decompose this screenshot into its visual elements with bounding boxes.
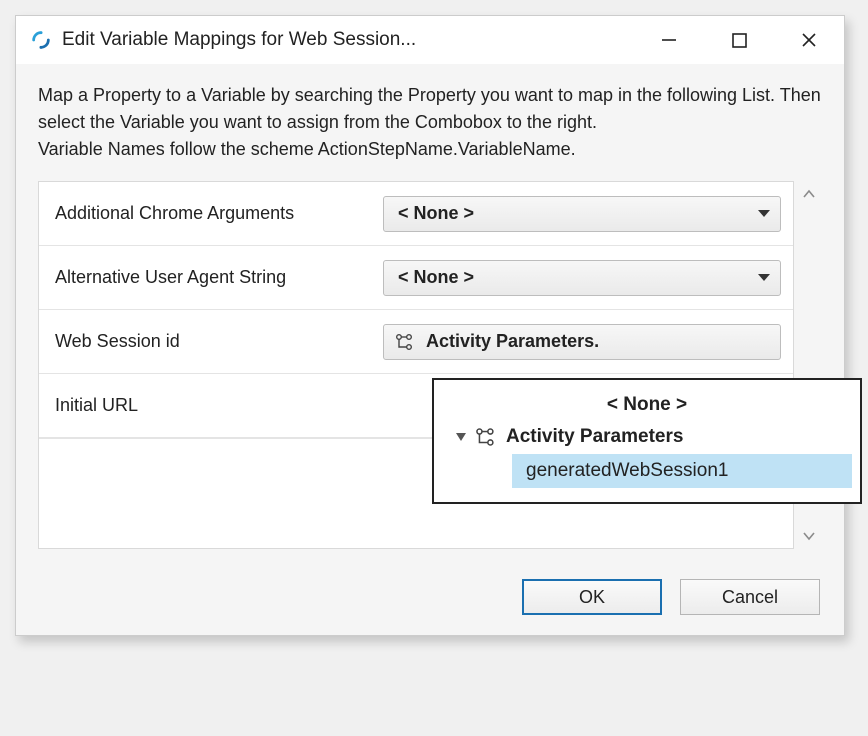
- cancel-button[interactable]: Cancel: [680, 579, 820, 615]
- combobox-value: < None >: [398, 203, 474, 224]
- combobox-dropdown: < None > Activity Parameters g: [432, 378, 862, 504]
- button-bar: OK Cancel: [16, 561, 844, 635]
- variable-combobox[interactable]: < None >: [383, 260, 781, 296]
- variable-combobox[interactable]: < None >: [383, 196, 781, 232]
- expand-icon: [456, 433, 466, 441]
- app-icon: [30, 29, 52, 51]
- instruction-line: Variable Names follow the scheme ActionS…: [38, 136, 822, 163]
- ok-button[interactable]: OK: [522, 579, 662, 615]
- property-label: Alternative User Agent String: [39, 267, 379, 288]
- dialog-content: Map a Property to a Variable by searchin…: [16, 64, 844, 561]
- close-button[interactable]: [774, 16, 844, 64]
- dropdown-group[interactable]: Activity Parameters: [442, 424, 852, 454]
- hierarchy-icon: [394, 333, 416, 351]
- mapping-row: Alternative User Agent String < None >: [39, 246, 793, 310]
- dropdown-group-label: Activity Parameters: [506, 426, 683, 448]
- instruction-text: Map a Property to a Variable by searchin…: [38, 82, 822, 163]
- dropdown-option-none[interactable]: < None >: [442, 394, 852, 416]
- mapping-row: Web Session id: [39, 310, 793, 374]
- maximize-button[interactable]: [704, 16, 774, 64]
- titlebar: Edit Variable Mappings for Web Session..…: [16, 16, 844, 64]
- dialog-window: Edit Variable Mappings for Web Session..…: [15, 15, 845, 636]
- combobox-value: Activity Parameters.: [426, 331, 770, 352]
- mapping-table-area: Additional Chrome Arguments < None > Alt…: [38, 181, 822, 549]
- property-label: Initial URL: [39, 395, 379, 416]
- dropdown-option[interactable]: generatedWebSession1: [512, 454, 852, 488]
- hierarchy-icon: [474, 427, 498, 447]
- property-label: Additional Chrome Arguments: [39, 203, 379, 224]
- chevron-down-icon: [758, 274, 770, 281]
- instruction-line: Map a Property to a Variable by searchin…: [38, 82, 822, 136]
- combobox-value: < None >: [398, 267, 474, 288]
- chevron-down-icon: [758, 210, 770, 217]
- minimize-button[interactable]: [634, 16, 704, 64]
- scroll-up-icon[interactable]: [798, 183, 820, 205]
- property-label: Web Session id: [39, 331, 379, 352]
- variable-combobox[interactable]: Activity Parameters.: [383, 324, 781, 360]
- mapping-row: Additional Chrome Arguments < None >: [39, 182, 793, 246]
- scroll-down-icon[interactable]: [798, 525, 820, 547]
- window-controls: [634, 16, 844, 64]
- dialog-title: Edit Variable Mappings for Web Session..…: [62, 29, 416, 51]
